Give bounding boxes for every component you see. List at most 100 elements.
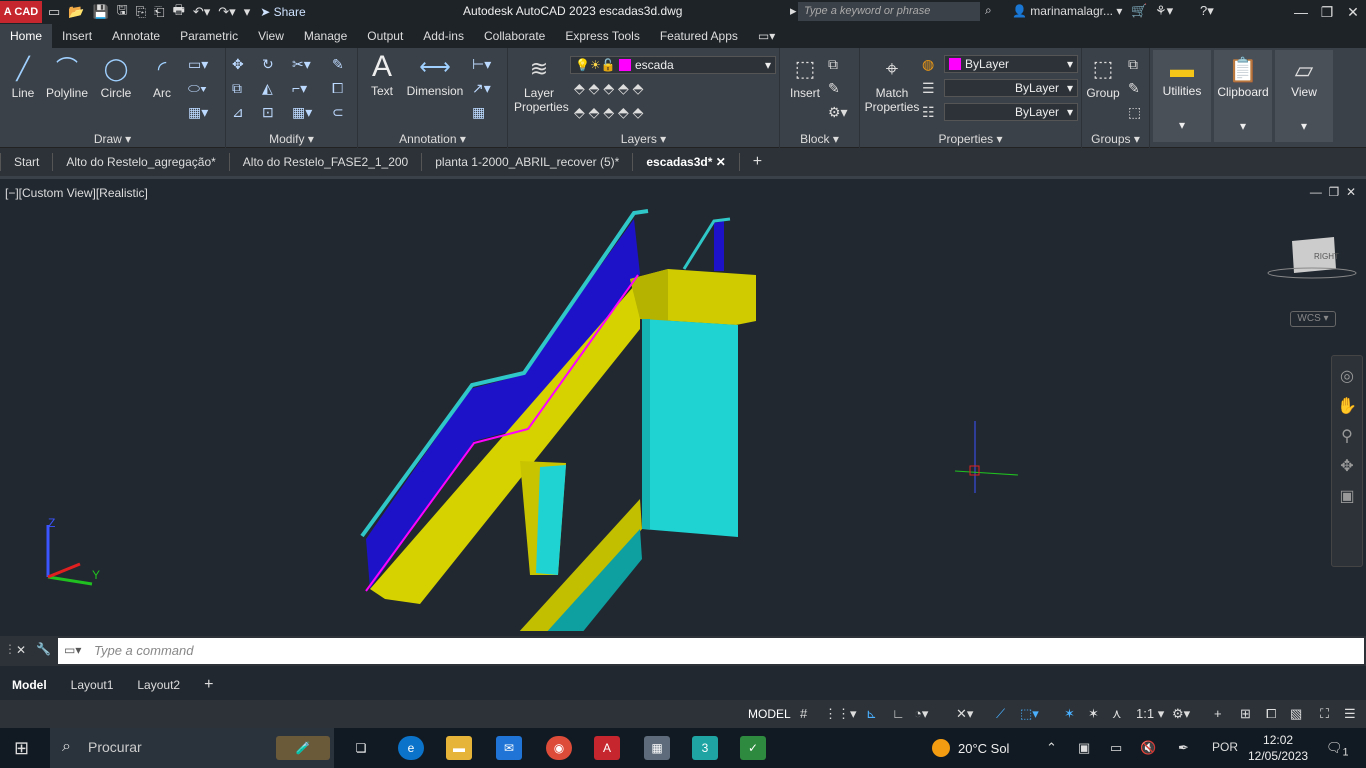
modify-panel-label[interactable]: Modify ▾	[226, 132, 357, 146]
command-input[interactable]: Type a command	[58, 638, 1364, 664]
doc-tab-start[interactable]: Start	[0, 153, 52, 171]
snap-icon[interactable]: ⋮⋮▾	[824, 706, 857, 722]
layout-tab-layout1[interactable]: Layout1	[59, 678, 126, 692]
wrench-icon[interactable]: 🔧	[36, 642, 51, 656]
tab-collaborate[interactable]: Collaborate	[474, 24, 555, 48]
new-icon[interactable]: ▭	[48, 4, 60, 20]
ortho-icon[interactable]: ∟	[892, 706, 905, 721]
graphics-performance-icon[interactable]: ▧	[1290, 706, 1302, 722]
minimize-icon[interactable]: —	[1288, 0, 1314, 24]
annotation-scale-icon[interactable]: ⋏	[1112, 706, 1122, 722]
calculator-icon[interactable]: ▦	[644, 736, 670, 760]
rectangle-icon[interactable]: ▭▾	[188, 56, 208, 73]
arc-button[interactable]: ◜ Arc	[144, 54, 180, 100]
tab-home[interactable]: Home	[0, 24, 53, 48]
group-edit-icon[interactable]: ✎	[1128, 80, 1140, 97]
lineweight-toggle-icon[interactable]: ⟋	[996, 706, 1005, 722]
volume-muted-icon[interactable]: 🔇	[1140, 740, 1156, 756]
chevron-right-icon[interactable]: ▸	[790, 3, 797, 19]
tray-device-icon[interactable]: ▣	[1078, 740, 1090, 756]
fillet-icon[interactable]: ⌐▾	[292, 80, 307, 97]
doc-tab[interactable]: planta 1-2000_ABRIL_recover (5)*	[421, 153, 632, 171]
help-search-input[interactable]: Type a keyword or phrase	[798, 2, 980, 21]
polar-icon[interactable]: ◔▾	[914, 706, 928, 722]
circle-button[interactable]: ◯ Circle	[96, 54, 136, 100]
tab-output[interactable]: Output	[357, 24, 413, 48]
grid-icon[interactable]: #	[800, 706, 807, 721]
units-icon[interactable]: ⊞	[1240, 706, 1251, 722]
osnap-tracking-icon[interactable]: ✕▾	[956, 706, 973, 722]
view-button[interactable]: ▱ View ▾	[1275, 50, 1333, 142]
tab-view[interactable]: View	[248, 24, 294, 48]
edge-browser-icon[interactable]: e	[398, 736, 424, 760]
color-dropdown[interactable]: ByLayer ▾	[944, 55, 1078, 73]
chrome-icon[interactable]: ◉	[546, 736, 572, 760]
tab-manage[interactable]: Manage	[294, 24, 357, 48]
save-icon[interactable]: 💾	[92, 4, 108, 20]
file-explorer-icon[interactable]: ▬	[446, 736, 472, 760]
application-menu-button[interactable]: A CAD	[0, 1, 42, 23]
tab-annotate[interactable]: Annotate	[102, 24, 170, 48]
close-icon[interactable]: ✕	[1340, 0, 1366, 24]
array-icon[interactable]: ▦▾	[292, 104, 312, 121]
block-panel-label[interactable]: Block ▾	[780, 132, 859, 146]
help-icon[interactable]: ?▾	[1200, 3, 1214, 19]
close-icon[interactable]: ✕	[716, 155, 726, 169]
auto-scale-icon[interactable]: ✶	[1088, 706, 1099, 722]
properties-panel-label[interactable]: Properties ▾	[860, 132, 1081, 146]
cart-icon[interactable]: 🛒	[1131, 3, 1147, 19]
move-icon[interactable]: ✥	[232, 56, 244, 73]
trim-icon[interactable]: ✂▾	[292, 56, 311, 73]
pan-icon[interactable]: ✋	[1332, 396, 1362, 416]
attribute-icon[interactable]: ⚙▾	[828, 104, 848, 121]
close-icon[interactable]: ✕	[16, 643, 26, 657]
match-properties-button[interactable]: ⌖ Match Properties	[864, 54, 920, 114]
layout-tab-model[interactable]: Model	[0, 678, 59, 692]
undo-icon[interactable]: ↶▾	[193, 4, 210, 20]
layer-properties-button[interactable]: ≋ Layer Properties	[514, 54, 569, 114]
new-tab-plus-icon[interactable]: +	[738, 153, 775, 171]
drawing-viewport[interactable]: [−][Custom View][Realistic] — ❐ ✕ Z Y RI…	[0, 176, 1366, 631]
wcs-menu[interactable]: WCS ▾	[1290, 311, 1336, 327]
system-clock[interactable]: 12:02 12/05/2023	[1248, 732, 1308, 764]
layer-tools-row1-icon[interactable]: ⬘ ⬘ ⬘ ⬘ ⬘	[574, 80, 643, 97]
spreadsheet-app-icon[interactable]: ✓	[740, 736, 766, 760]
layers-panel-label[interactable]: Layers ▾	[508, 132, 779, 146]
model-space-toggle[interactable]: MODEL	[748, 707, 791, 721]
command-history-icon[interactable]: ▭▾	[64, 643, 81, 657]
windows-start-icon[interactable]: ⊞	[14, 738, 29, 759]
layer-tools-row2-icon[interactable]: ⬘ ⬘ ⬘ ⬘ ⬘	[574, 104, 643, 121]
redo-icon[interactable]: ↷▾	[218, 4, 235, 20]
3ds-max-icon[interactable]: 3	[692, 736, 718, 760]
hatch-icon[interactable]: ⬭▾	[188, 80, 207, 97]
customize-qa-icon[interactable]: ▾	[244, 4, 251, 20]
add-layout-plus-icon[interactable]: +	[192, 676, 225, 694]
workspace-gear-icon[interactable]: ⚙▾	[1172, 706, 1190, 722]
linetype-dropdown[interactable]: ByLayer ▾	[944, 79, 1078, 97]
weather-widget[interactable]: 20°C Sol	[932, 739, 1009, 757]
edit-block-icon[interactable]: ✎	[828, 80, 840, 97]
restore-icon[interactable]: ❐	[1314, 0, 1340, 24]
group-select-icon[interactable]: ⬚	[1128, 104, 1141, 121]
open-icon[interactable]: 📂	[68, 4, 84, 20]
table-icon[interactable]: ▦	[472, 104, 485, 121]
doc-tab[interactable]: Alto do Restelo_FASE2_1_200	[228, 153, 421, 171]
mail-icon[interactable]: ✉	[496, 736, 522, 760]
staircase-3d-model[interactable]: Z Y RIGHT	[0, 179, 1366, 631]
tab-addins[interactable]: Add-ins	[413, 24, 474, 48]
grip-icon[interactable]: ⋮	[4, 642, 16, 656]
pen-icon[interactable]: ✒	[1178, 740, 1189, 756]
search-highlight-icon[interactable]: 🧪	[276, 736, 330, 760]
annotation-panel-label[interactable]: Annotation ▾	[358, 132, 507, 146]
language-indicator[interactable]: POR	[1212, 740, 1238, 754]
customization-menu-icon[interactable]: ☰	[1344, 706, 1356, 722]
groups-panel-label[interactable]: Groups ▾	[1082, 132, 1149, 146]
infer-constraints-icon[interactable]: ⊾	[866, 706, 877, 722]
layer-dropdown[interactable]: 💡☀🔓 escada ▾	[570, 56, 776, 74]
ribbon-minimize-icon[interactable]: ▭▾	[748, 24, 785, 48]
gradient-icon[interactable]: ▦▾	[188, 104, 208, 121]
tray-chevron-up-icon[interactable]: ⌃	[1046, 740, 1057, 756]
mleader-icon[interactable]: ↗▾	[472, 80, 491, 97]
scale-icon[interactable]: ⊡	[262, 104, 274, 121]
autocad-taskbar-icon[interactable]: A	[594, 736, 620, 760]
